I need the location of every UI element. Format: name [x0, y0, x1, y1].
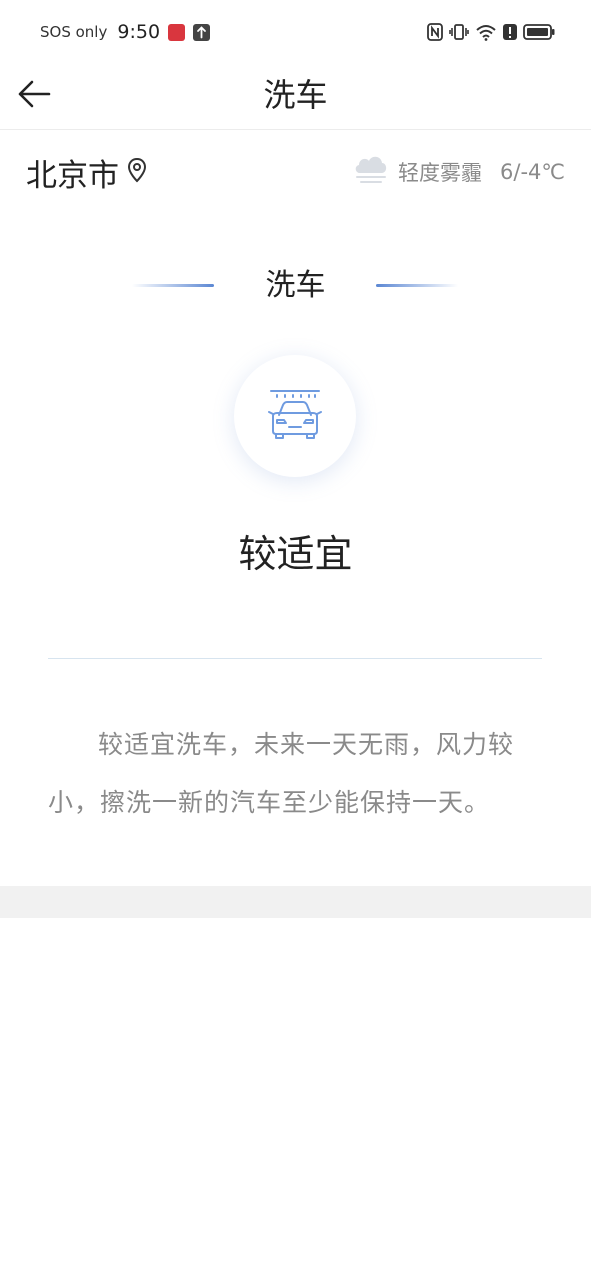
index-icon-circle: [234, 355, 356, 477]
title-decoration-right: [376, 284, 458, 287]
carrier-text: SOS only: [40, 23, 108, 41]
city-name: 北京市: [26, 158, 119, 194]
status-right: [427, 23, 555, 41]
section-title: 洗车: [265, 268, 326, 303]
city-selector[interactable]: 北京市: [26, 150, 147, 195]
location-weather-row: 北京市 轻度雾霾 6/-4℃: [0, 130, 591, 210]
app-notification-icon: [168, 23, 186, 41]
page-title: 洗车: [263, 76, 328, 114]
battery-icon: [523, 23, 555, 41]
alert-icon: [503, 23, 517, 41]
section-separator-band: [0, 886, 591, 918]
weather-condition: 轻度雾霾: [398, 160, 483, 185]
weather-summary: 轻度雾霾 6/-4℃: [352, 152, 565, 191]
wifi-icon: [475, 23, 497, 41]
location-pin-icon: [127, 155, 147, 191]
cloud-fog-icon: [352, 152, 390, 191]
index-level: 较适宜: [238, 532, 353, 576]
nfc-icon: [427, 23, 443, 41]
upload-notification-icon: [193, 23, 211, 41]
vibrate-icon: [449, 23, 469, 41]
index-description: 较适宜洗车，未来一天无雨，风力较小，擦洗一新的汽车至少能保持一天。: [48, 730, 515, 817]
status-bar: SOS only 9:50: [0, 0, 591, 64]
status-time: 9:50: [117, 21, 161, 43]
section-title-row: 洗车: [0, 262, 591, 312]
app-header: 洗车: [0, 64, 591, 130]
weather-temperature: 6/-4℃: [500, 159, 565, 184]
content-divider: [48, 658, 542, 659]
car-wash-icon: [267, 387, 323, 445]
status-left: SOS only 9:50: [40, 21, 211, 43]
